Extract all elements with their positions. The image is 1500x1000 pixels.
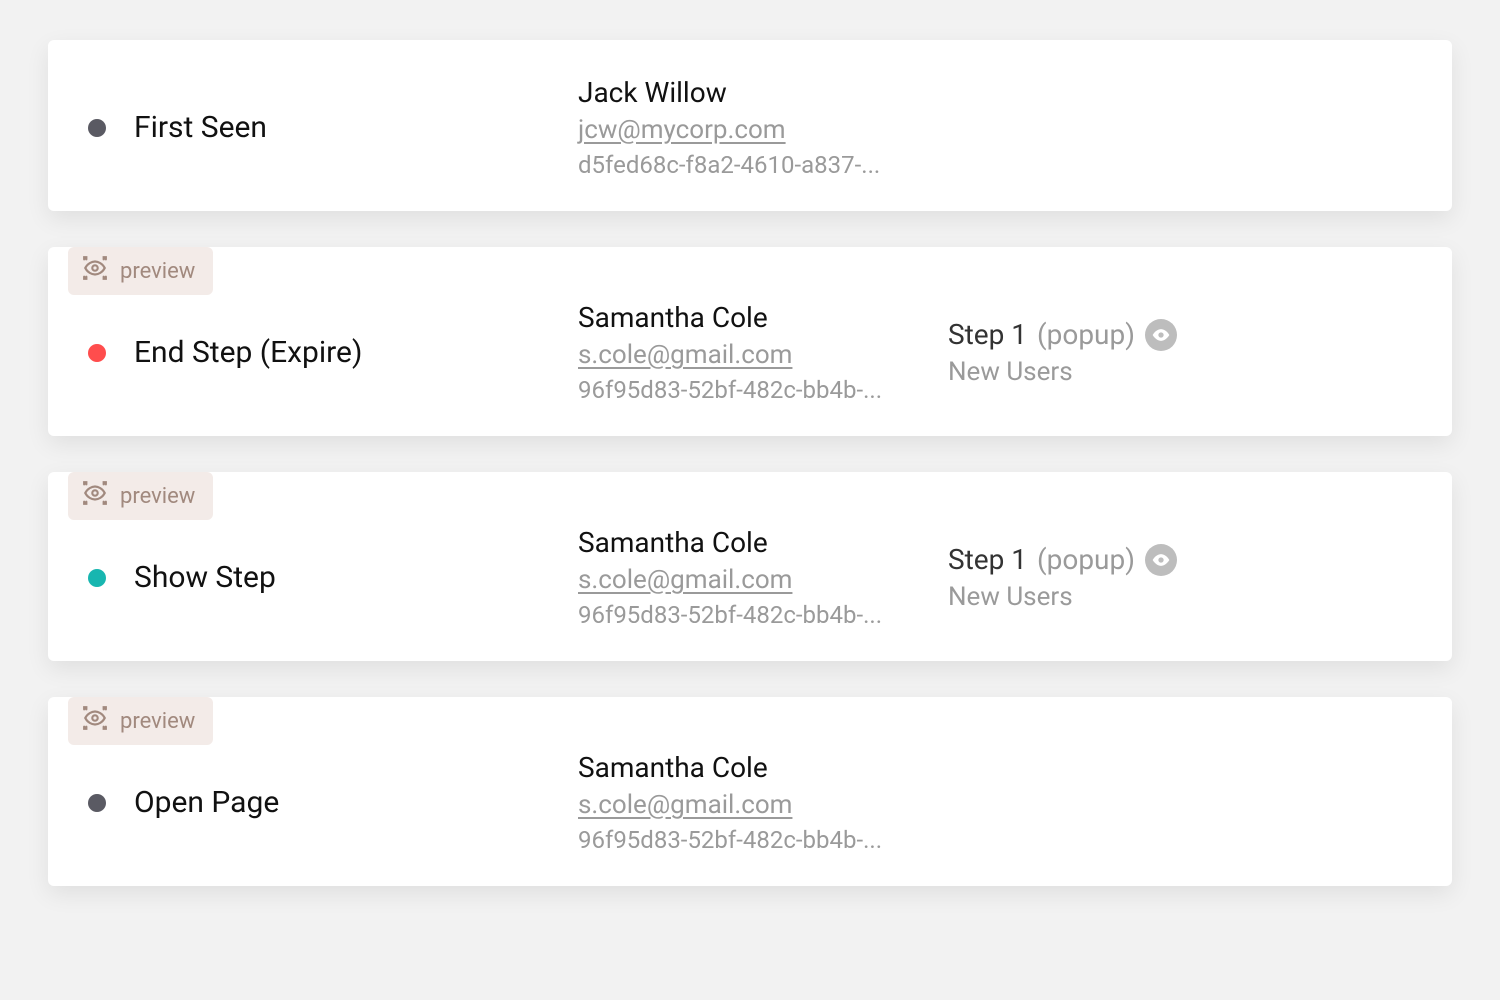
user-column: Jack Willow jcw@mycorp.com d5fed68c-f8a2-4…: [578, 76, 948, 179]
event-card[interactable]: First Seen Jack Willow jcw@mycorp.com d5fed…: [48, 40, 1452, 211]
user-name: Samantha Cole: [578, 301, 948, 334]
step-subtitle: New Users: [948, 357, 1177, 387]
scan-eye-icon: [82, 705, 108, 737]
user-email-link[interactable]: s.cole@gmail.com: [578, 565, 948, 595]
status-dot-icon: [88, 344, 106, 362]
user-id: d5fed68c-f8a2-4610-a837-...: [578, 151, 948, 179]
scan-eye-icon: [82, 480, 108, 512]
preview-label: preview: [120, 709, 195, 734]
event-card[interactable]: preview Show Step Samantha Cole s.cole@gmai…: [48, 472, 1452, 661]
step-type: (popup): [1037, 318, 1135, 351]
event-column: End Step (Expire): [88, 335, 578, 370]
user-id: 96f95d83-52bf-482c-bb4b-...: [578, 826, 948, 854]
user-id: 96f95d83-52bf-482c-bb4b-...: [578, 601, 948, 629]
user-email-link[interactable]: s.cole@gmail.com: [578, 790, 948, 820]
step-subtitle: New Users: [948, 582, 1177, 612]
user-email-link[interactable]: s.cole@gmail.com: [578, 340, 948, 370]
status-dot-icon: [88, 794, 106, 812]
user-column: Samantha Cole s.cole@gmail.com 96f95d83-52…: [578, 526, 948, 629]
step-row: Step 1 (popup): [948, 543, 1177, 576]
user-id: 96f95d83-52bf-482c-bb4b-...: [578, 376, 948, 404]
event-column: Show Step: [88, 560, 578, 595]
event-label: Show Step: [134, 560, 276, 595]
event-card[interactable]: preview End Step (Expire) Samantha Cole s.c…: [48, 247, 1452, 436]
eye-icon[interactable]: [1145, 544, 1177, 576]
step-type: (popup): [1037, 543, 1135, 576]
event-card[interactable]: preview Open Page Samantha Cole s.cole@gmai…: [48, 697, 1452, 886]
event-label: First Seen: [134, 110, 267, 145]
preview-label: preview: [120, 259, 195, 284]
step-column: Step 1 (popup) New Users: [948, 543, 1177, 612]
event-column: Open Page: [88, 785, 578, 820]
user-column: Samantha Cole s.cole@gmail.com 96f95d83-52…: [578, 301, 948, 404]
event-label: End Step (Expire): [134, 335, 362, 370]
eye-icon[interactable]: [1145, 319, 1177, 351]
preview-badge[interactable]: preview: [68, 472, 213, 520]
user-column: Samantha Cole s.cole@gmail.com 96f95d83-52…: [578, 751, 948, 854]
event-column: First Seen: [88, 110, 578, 145]
scan-eye-icon: [82, 255, 108, 287]
user-email-link[interactable]: jcw@mycorp.com: [578, 115, 948, 145]
step-label: Step 1: [948, 318, 1027, 351]
preview-badge[interactable]: preview: [68, 247, 213, 295]
status-dot-icon: [88, 569, 106, 587]
preview-badge[interactable]: preview: [68, 697, 213, 745]
step-label: Step 1: [948, 543, 1027, 576]
user-name: Jack Willow: [578, 76, 948, 109]
preview-label: preview: [120, 484, 195, 509]
step-row: Step 1 (popup): [948, 318, 1177, 351]
user-name: Samantha Cole: [578, 526, 948, 559]
event-label: Open Page: [134, 785, 279, 820]
status-dot-icon: [88, 119, 106, 137]
step-column: Step 1 (popup) New Users: [948, 318, 1177, 387]
user-name: Samantha Cole: [578, 751, 948, 784]
